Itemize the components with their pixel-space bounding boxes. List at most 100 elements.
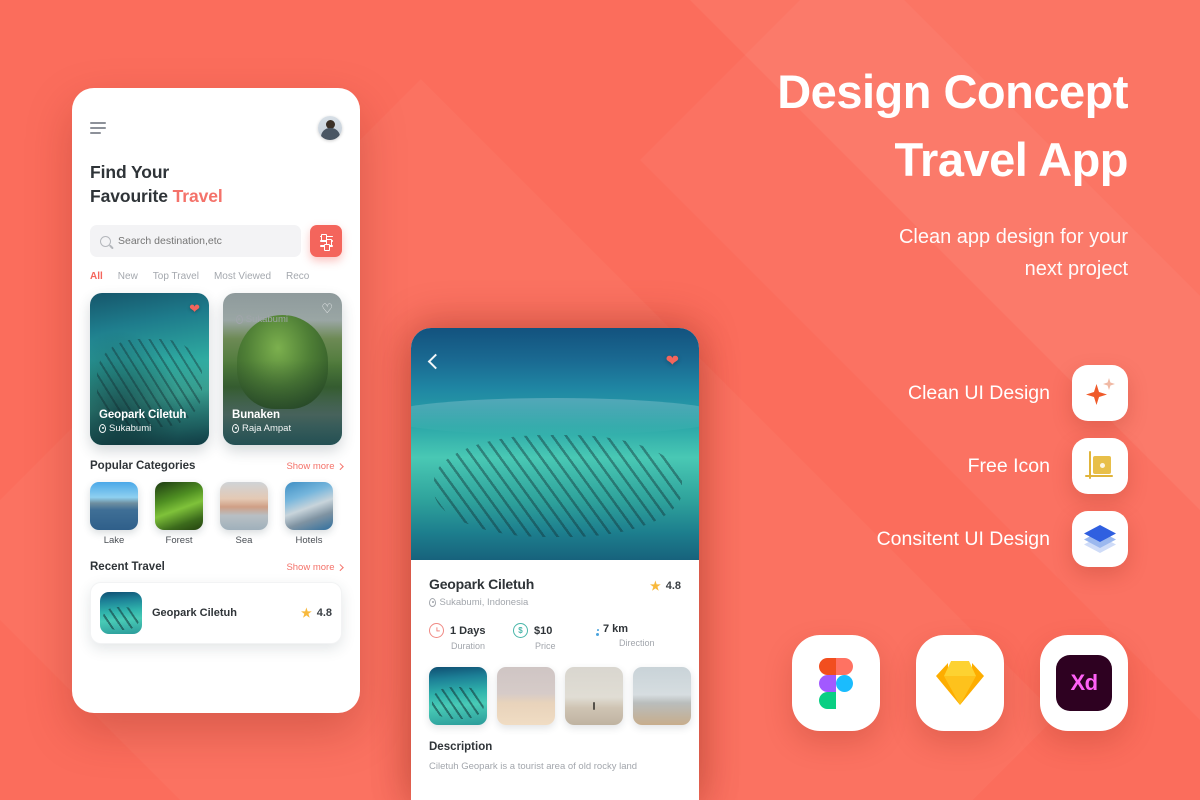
promo-title-line-2: Travel App: [894, 133, 1128, 187]
detail-title: Geopark Ciletuh: [429, 576, 535, 592]
phone-detail-screen: ❤ Geopark Ciletuh Sukabumi, Indonesia ★ …: [411, 328, 699, 800]
phone-home-screen: Find Your Favourite Travel All New Top T…: [72, 88, 360, 713]
feature-free-icon: Free Icon: [788, 438, 1128, 494]
headline-line-2: Favourite Travel: [90, 184, 342, 208]
tab-top-travel[interactable]: Top Travel: [153, 271, 199, 282]
feature-label: Clean UI Design: [908, 381, 1050, 404]
location-pin-icon: [232, 424, 239, 434]
category-label: Sea: [235, 535, 253, 547]
heart-filled-icon[interactable]: ❤: [666, 354, 679, 370]
stat-label: Duration: [451, 641, 486, 651]
avatar[interactable]: [318, 116, 342, 140]
feature-label: Consitent UI Design: [876, 527, 1050, 550]
search-input[interactable]: [118, 235, 291, 248]
tab-most-viewed[interactable]: Most Viewed: [214, 271, 271, 282]
popular-categories-header: Popular Categories Show more: [90, 460, 343, 473]
category-item-hotels[interactable]: Hotels: [285, 482, 333, 546]
app-logo-list: Xd: [792, 635, 1128, 731]
section-title: Recent Travel: [90, 561, 165, 574]
detail-body: Geopark Ciletuh Sukabumi, Indonesia ★ 4.…: [411, 560, 699, 774]
recent-info: Geopark Ciletuh Sukabumi: [152, 314, 291, 620]
description-title: Description: [429, 741, 493, 753]
feature-label: Free Icon: [967, 454, 1050, 477]
hero-photo: [411, 328, 699, 560]
gallery-thumbnail[interactable]: [565, 667, 623, 725]
stat-value: 7 km: [603, 623, 629, 635]
search-box[interactable]: [90, 225, 301, 258]
gallery-thumbnail[interactable]: [429, 667, 487, 725]
location-pin-icon: [235, 315, 243, 324]
recent-location-label: Sukabumi: [245, 314, 288, 325]
stat-direction: 7 km Direction: [597, 623, 681, 651]
recent-show-more-link[interactable]: Show more: [286, 561, 343, 573]
feature-badge: [1072, 365, 1128, 421]
stat-value: $10: [534, 624, 553, 637]
star-icon: ★: [300, 606, 312, 621]
detail-stats: 1 Days Duration $ $10 Price 7 km Directi…: [429, 623, 681, 651]
gallery-thumbnail[interactable]: [497, 667, 555, 725]
detail-header: Geopark Ciletuh Sukabumi, Indonesia ★ 4.…: [429, 576, 681, 608]
category-thumbnail: [90, 482, 138, 531]
categories-show-more-link[interactable]: Show more: [286, 460, 343, 472]
category-item-sea[interactable]: Sea: [220, 482, 268, 546]
headline-plain: Favourite: [90, 186, 173, 207]
figma-logo: [792, 635, 880, 731]
category-item-lake[interactable]: Lake: [90, 482, 138, 546]
tab-all[interactable]: All: [90, 271, 103, 282]
home-topbar: [90, 88, 342, 140]
filter-tabs: All New Top Travel Most Viewed Reco: [90, 271, 342, 282]
destination-card[interactable]: ❤ Geopark Ciletuh Sukabumi: [90, 293, 209, 446]
category-label: Lake: [103, 535, 125, 547]
category-thumbnail: [155, 482, 203, 531]
recent-thumbnail: [100, 592, 142, 635]
layers-icon: [1084, 525, 1116, 553]
hamburger-menu-icon[interactable]: [90, 122, 110, 134]
adobe-xd-label: Xd: [1056, 655, 1112, 711]
chevron-right-icon: [336, 564, 343, 571]
description-text: Ciletuh Geopark is a tourist area of old…: [429, 761, 638, 772]
detail-hero-image: ❤: [411, 328, 699, 560]
section-title: Popular Categories: [90, 460, 196, 473]
category-item-forest[interactable]: Forest: [155, 482, 203, 546]
clock-icon: [429, 623, 444, 638]
adobe-xd-logo: Xd: [1040, 635, 1128, 731]
promo-title: Design Concept Travel App: [777, 58, 1128, 194]
destination-location: Raja Ampat: [232, 423, 333, 434]
heart-filled-icon[interactable]: ❤: [189, 302, 200, 315]
category-thumbnail: [220, 482, 268, 531]
promo-subtitle-line-2: next project: [1024, 257, 1128, 280]
dollar-icon: $: [513, 623, 528, 638]
list-item[interactable]: Geopark Ciletuh Sukabumi ★ 4.8: [90, 314, 342, 645]
show-more-label: Show more: [286, 561, 335, 573]
detail-location: Sukabumi, Indonesia: [429, 597, 534, 608]
stat-value: 1 Days: [450, 624, 486, 637]
search-row: [90, 225, 342, 258]
search-icon: [100, 235, 111, 247]
destination-title: Geopark Ciletuh: [99, 409, 187, 422]
filter-sliders-icon[interactable]: [310, 225, 342, 258]
detail-gallery: [429, 667, 691, 725]
feature-badge: [1072, 511, 1128, 567]
recent-title: Geopark Ciletuh: [152, 607, 237, 620]
tab-recommended[interactable]: Reco: [286, 271, 309, 282]
location-pin-icon: [99, 424, 106, 434]
location-pin-icon: [429, 598, 436, 607]
promo-title-line-1: Design Concept: [777, 65, 1128, 118]
stat-label: Direction: [619, 638, 655, 648]
gallery-thumbnail[interactable]: [633, 667, 691, 725]
headline-accent: Travel: [172, 186, 223, 207]
sparkle-icon: [1085, 378, 1115, 408]
category-list: Lake Forest Sea Hotels: [90, 482, 342, 546]
sketch-logo: [916, 635, 1004, 731]
star-icon: ★: [649, 579, 661, 593]
promo-feature-list: Clean UI Design Free Icon Consitent UI D…: [788, 365, 1128, 584]
heart-outline-icon[interactable]: ♡: [321, 302, 333, 315]
detail-location-label: Sukabumi, Indonesia: [439, 597, 529, 608]
detail-rating-value: 4.8: [665, 580, 681, 592]
show-more-label: Show more: [286, 460, 335, 472]
page-title: Find Your Favourite Travel: [90, 160, 342, 208]
destination-card-meta: Geopark Ciletuh Sukabumi: [99, 409, 200, 434]
stat-price: $ $10 Price: [513, 623, 597, 651]
detail-rating: ★ 4.8: [650, 576, 681, 593]
tab-new[interactable]: New: [118, 271, 138, 282]
